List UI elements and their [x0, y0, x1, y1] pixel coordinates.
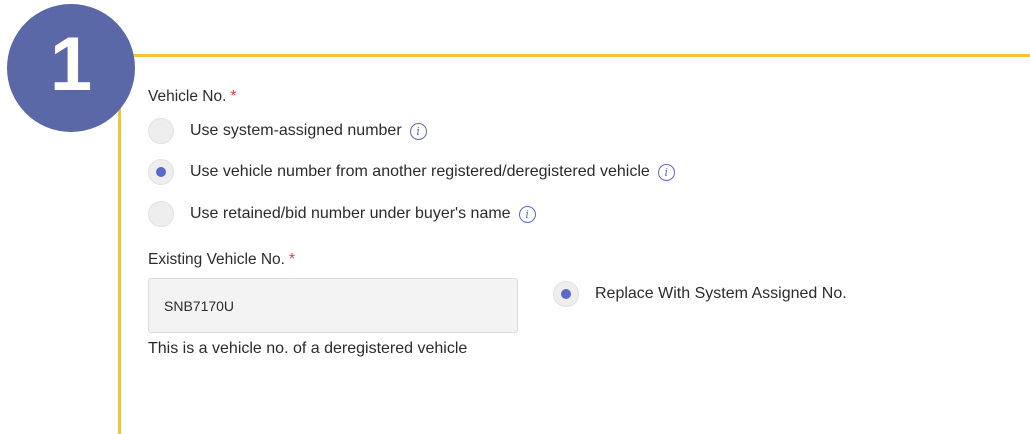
radio-button[interactable] — [148, 118, 174, 144]
step-number: 1 — [49, 22, 93, 107]
replace-system-assigned-option[interactable]: Replace With System Assigned No. — [553, 280, 847, 308]
step-badge: 1 — [7, 4, 135, 132]
vehicle-no-panel — [118, 54, 1030, 434]
info-icon[interactable]: i — [518, 205, 536, 223]
radio-option-label: Use retained/bid number under buyer's na… — [190, 205, 511, 222]
replace-option-label: Replace With System Assigned No. — [595, 285, 847, 302]
radio-button-selected[interactable] — [553, 281, 579, 307]
required-marker: * — [230, 88, 237, 105]
radio-option-retained-bid[interactable]: Use retained/bid number under buyer's na… — [148, 200, 536, 228]
vehicle-no-label: Vehicle No. * — [148, 88, 236, 106]
existing-vehicle-no-label: Existing Vehicle No. * — [148, 251, 295, 269]
radio-option-other-vehicle[interactable]: Use vehicle number from another register… — [148, 158, 675, 186]
existing-vehicle-hint: This is a vehicle no. of a deregistered … — [148, 340, 468, 357]
info-icon[interactable]: i — [657, 163, 675, 181]
radio-button-selected[interactable] — [148, 159, 174, 185]
required-marker: * — [289, 251, 296, 268]
existing-vehicle-no-value: SNB7170U — [164, 297, 235, 314]
existing-vehicle-no-label-text: Existing Vehicle No. — [148, 251, 285, 268]
radio-option-label: Use vehicle number from another register… — [190, 163, 650, 180]
radio-button[interactable] — [148, 201, 174, 227]
info-icon[interactable]: i — [409, 122, 427, 140]
radio-option-label: Use system-assigned number — [190, 122, 402, 139]
vehicle-no-label-text: Vehicle No. — [148, 88, 227, 105]
existing-vehicle-no-field[interactable]: SNB7170U — [148, 278, 518, 333]
radio-option-system-assigned[interactable]: Use system-assigned number i — [148, 117, 427, 145]
